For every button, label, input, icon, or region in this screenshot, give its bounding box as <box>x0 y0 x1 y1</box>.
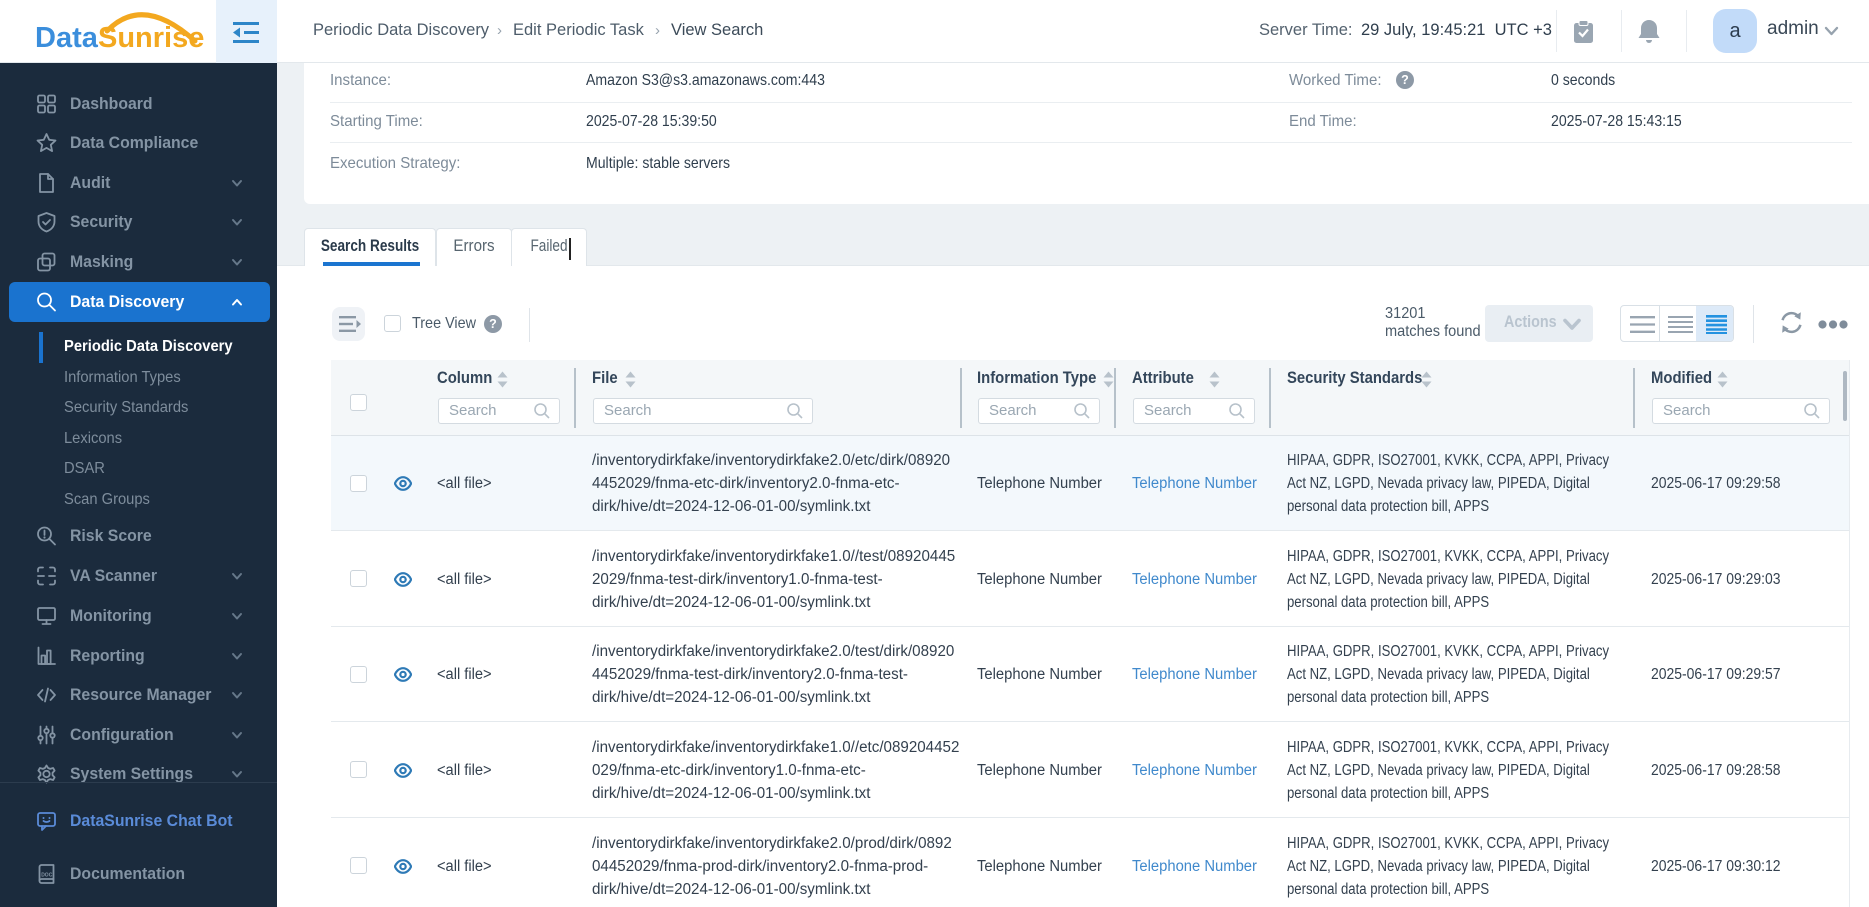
svg-text:DOC: DOC <box>41 873 53 879</box>
svg-text:Data: Data <box>35 22 99 54</box>
